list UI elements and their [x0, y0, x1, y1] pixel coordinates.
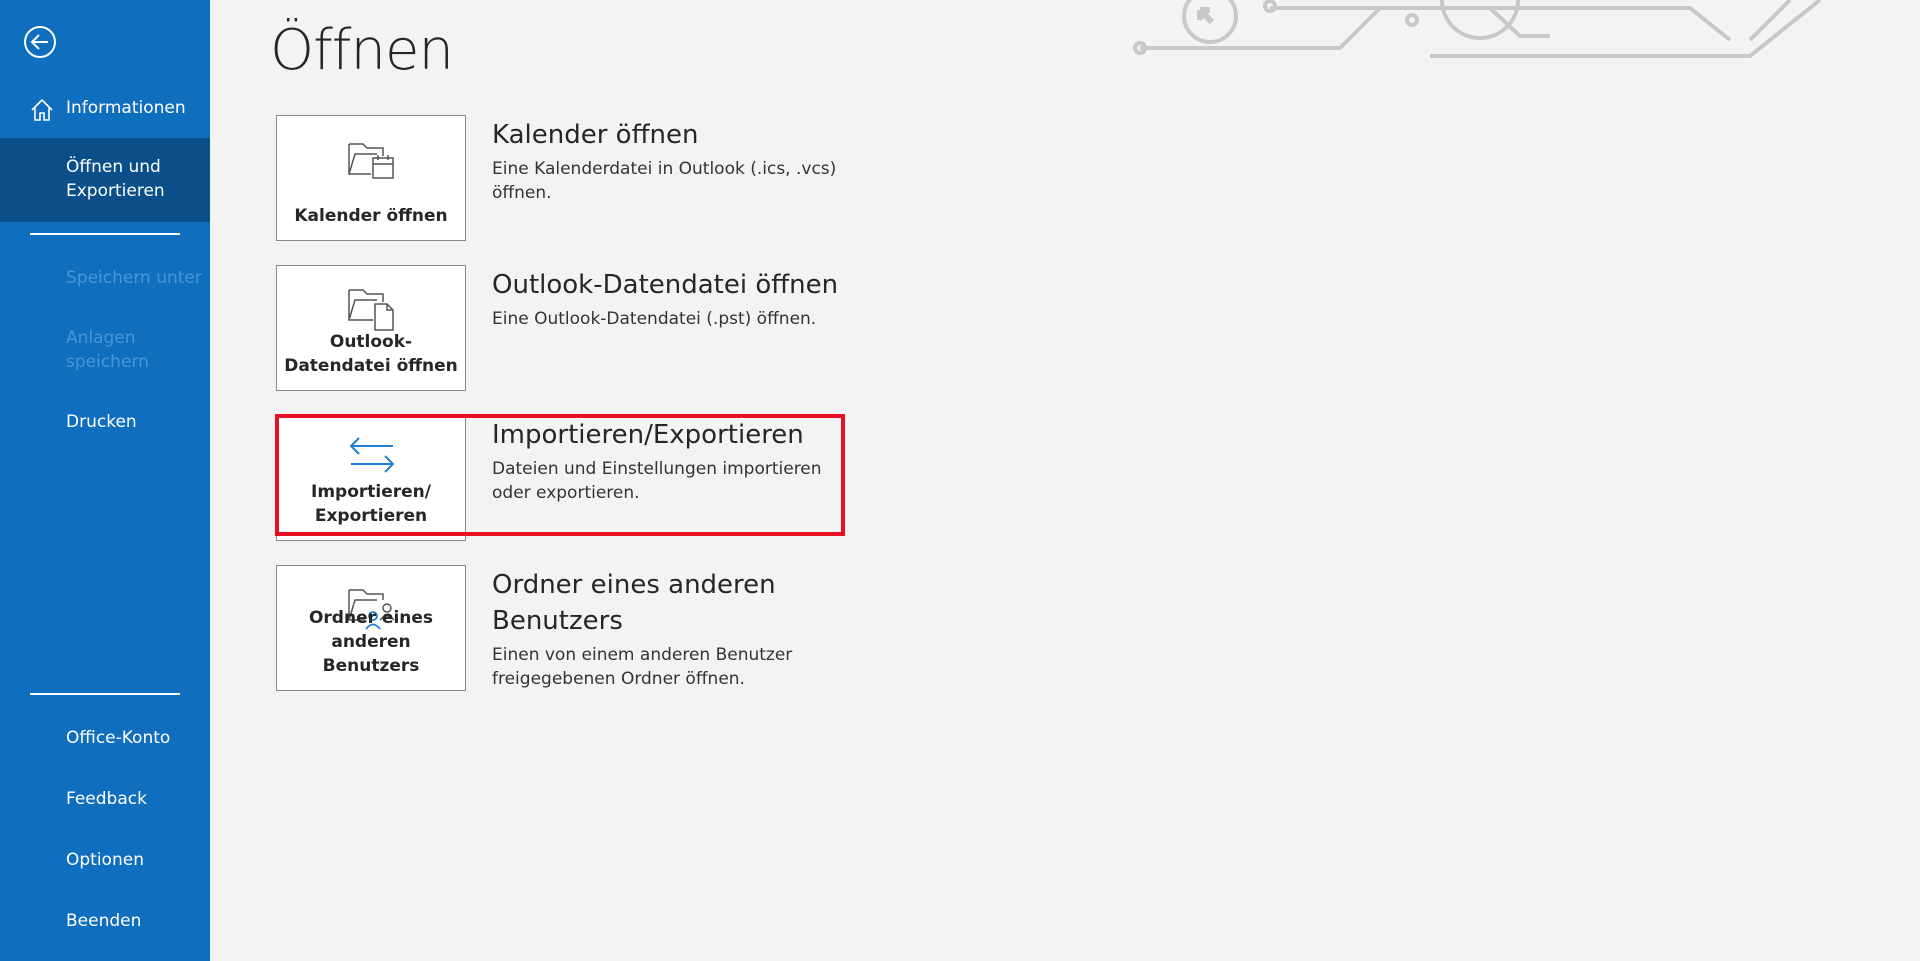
option-description: Eine Outlook-Datendatei (.pst) öffnen. [492, 309, 817, 329]
sidebar-item-label: Feedback [66, 789, 147, 809]
back-button[interactable] [22, 24, 58, 60]
main-content: Öffnen Kalender öffnen Kalender öffnen E… [210, 0, 1920, 961]
sidebar-item-label: Speichern unter [66, 268, 202, 288]
sidebar-item-speichern-unter: Speichern unter [0, 266, 210, 290]
circuit-decoration-icon [1133, 0, 1822, 58]
sidebar-item-informationen[interactable]: Informationen [0, 96, 210, 121]
option-description: Einen von einem anderen Benutzer freigeg… [492, 645, 793, 689]
sidebar-divider [30, 233, 180, 235]
sidebar-item-drucken[interactable]: Drucken [0, 410, 210, 434]
option-title: Ordner eines anderen Benutzers [492, 570, 776, 636]
ordner-anderer-benutzer-button[interactable]: Ordner eines anderen Benutzers [276, 565, 466, 691]
option-importieren-exportieren: Importieren/ Exportieren Importieren/Exp… [276, 415, 1066, 541]
tile-label: Importieren/ Exportieren [311, 482, 431, 526]
sidebar-item-label: Drucken [66, 412, 137, 432]
tile-label: Outlook-Datendatei öffnen [284, 332, 458, 376]
option-kalender-oeffnen: Kalender öffnen Kalender öffnen Eine Kal… [276, 115, 1066, 241]
page-title: Öffnen [270, 18, 454, 83]
importieren-exportieren-button[interactable]: Importieren/ Exportieren [276, 415, 466, 541]
backstage-sidebar: Informationen Öffnen und Exportieren Spe… [0, 0, 210, 961]
backstage-view: Informationen Öffnen und Exportieren Spe… [0, 0, 1920, 961]
outlook-datendatei-oeffnen-button[interactable]: Outlook-Datendatei öffnen [276, 265, 466, 391]
sidebar-item-label: Office-Konto [66, 728, 171, 748]
sidebar-item-label: Beenden [66, 911, 142, 931]
tile-label: Ordner eines anderen Benutzers [308, 608, 434, 676]
import-export-arrows-icon [349, 437, 395, 473]
folder-calendar-icon [348, 143, 394, 179]
sidebar-item-label: Informationen [66, 98, 186, 118]
option-title: Outlook-Datendatei öffnen [492, 270, 839, 300]
option-description: Dateien und Einstellungen importieren od… [492, 459, 822, 503]
sidebar-item-optionen[interactable]: Optionen [0, 848, 210, 872]
sidebar-divider [30, 693, 180, 695]
option-outlook-datendatei-oeffnen: Outlook-Datendatei öffnen Outlook-Datend… [276, 265, 1066, 391]
sidebar-item-label: Öffnen und Exportieren [66, 157, 165, 201]
option-description: Eine Kalenderdatei in Outlook (.ics, .vc… [492, 159, 837, 203]
sidebar-item-anlagen-speichern: Anlagen speichern [0, 326, 210, 374]
folder-file-icon [348, 289, 394, 331]
sidebar-item-label: Optionen [66, 850, 144, 870]
back-arrow-icon [24, 26, 56, 58]
home-icon [31, 98, 53, 121]
kalender-oeffnen-button[interactable]: Kalender öffnen [276, 115, 466, 241]
sidebar-item-feedback[interactable]: Feedback [0, 787, 210, 811]
option-title: Kalender öffnen [492, 120, 699, 150]
tile-label: Kalender öffnen [294, 206, 448, 226]
sidebar-item-office-konto[interactable]: Office-Konto [0, 726, 210, 750]
sidebar-item-label: Anlagen speichern [66, 328, 149, 372]
sidebar-item-beenden[interactable]: Beenden [0, 909, 210, 933]
sidebar-item-oeffnen-exportieren[interactable]: Öffnen und Exportieren [0, 138, 210, 222]
option-ordner-anderer-benutzer: Ordner eines anderen Benutzers Ordner ei… [276, 565, 1066, 691]
option-title: Importieren/Exportieren [492, 420, 804, 450]
